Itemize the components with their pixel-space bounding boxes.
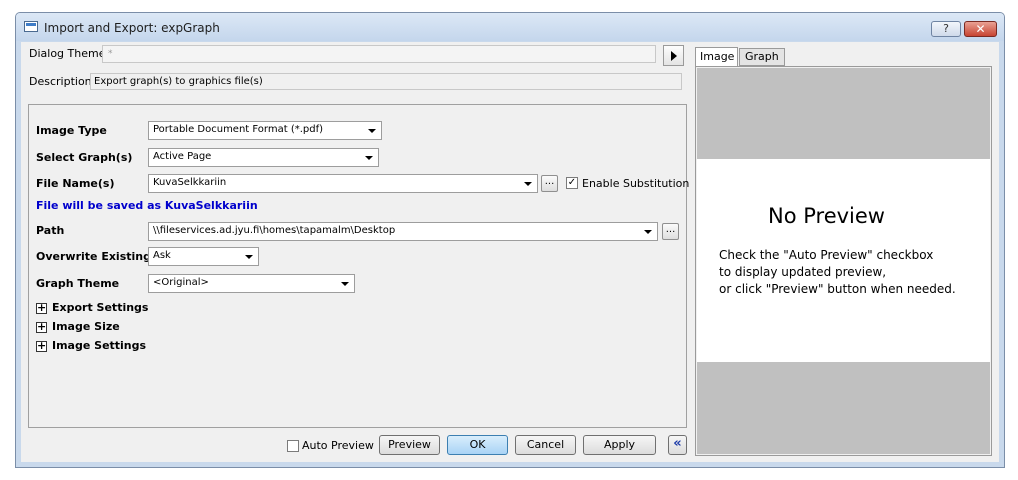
enable-substitution-label: Enable Substitution [582,177,690,190]
chevron-down-icon [341,282,349,286]
select-graphs-select[interactable]: Active Page [148,148,379,167]
image-type-value: Portable Document Format (*.pdf) [153,124,324,135]
no-preview-title: No Preview [768,204,885,228]
dialog-theme-field[interactable]: * [102,45,656,63]
file-names-combo[interactable]: KuvaSelkkariin [148,174,538,193]
preview-button[interactable]: Preview [379,435,440,455]
image-settings-section[interactable]: Image Settings [52,339,146,352]
file-names-label: File Name(s) [36,177,115,190]
close-button[interactable]: ✕ [964,21,997,37]
description-field: Export graph(s) to graphics file(s) [90,73,682,90]
dialog-theme-label: Dialog Theme [29,47,106,60]
window-title: Import and Export: expGraph [44,21,220,35]
export-settings-section[interactable]: Export Settings [52,301,148,314]
help-button[interactable]: ? [931,21,961,37]
image-type-label: Image Type [36,124,107,137]
tab-graph[interactable]: Graph [739,48,785,66]
expand-plus-icon[interactable]: + [36,321,47,333]
preview-hint-line: or click "Preview" button when needed. [719,282,956,296]
image-type-select[interactable]: Portable Document Format (*.pdf) [148,121,382,140]
app-window-icon [24,21,38,32]
auto-preview-checkbox[interactable] [287,440,299,452]
cancel-button[interactable]: Cancel [515,435,576,455]
preview-hint-line: to display updated preview, [719,265,887,279]
apply-button[interactable]: Apply [583,435,656,455]
path-value: \\fileservices.ad.jyu.fi\homes\tapamalm\… [153,225,396,236]
chevron-down-icon [245,255,253,259]
overwrite-existing-label: Overwrite Existing [36,250,151,263]
expand-plus-icon[interactable]: + [36,340,47,352]
dialog-theme-menu-button[interactable] [663,45,684,66]
graph-theme-value: <Original> [153,277,209,288]
tab-image[interactable]: Image [695,47,738,66]
overwrite-existing-select[interactable]: Ask [148,247,259,266]
description-label: Description [29,75,92,88]
preview-hint-line: Check the "Auto Preview" checkbox [719,248,934,262]
file-names-browse-button[interactable]: ... [541,175,558,192]
auto-preview-label: Auto Preview [302,439,374,452]
collapse-preview-button[interactable]: « [668,435,687,455]
enable-substitution-checkbox[interactable]: ✓ [566,177,578,189]
file-names-value: KuvaSelkkariin [153,177,227,188]
select-graphs-value: Active Page [153,151,212,162]
path-label: Path [36,224,65,237]
file-saved-note: File will be saved as KuvaSelkkariin [36,199,258,212]
chevron-down-icon [644,230,652,234]
image-size-section[interactable]: Image Size [52,320,120,333]
ok-button[interactable]: OK [447,435,508,455]
chevron-down-icon [365,156,373,160]
expand-plus-icon[interactable]: + [36,302,47,314]
chevron-down-icon [368,129,376,133]
chevron-down-icon [524,182,532,186]
path-browse-button[interactable]: ... [662,223,679,240]
path-combo[interactable]: \\fileservices.ad.jyu.fi\homes\tapamalm\… [148,222,658,241]
select-graphs-label: Select Graph(s) [36,151,133,164]
graph-theme-select[interactable]: <Original> [148,274,355,293]
overwrite-existing-value: Ask [153,250,171,261]
graph-theme-label: Graph Theme [36,277,120,290]
